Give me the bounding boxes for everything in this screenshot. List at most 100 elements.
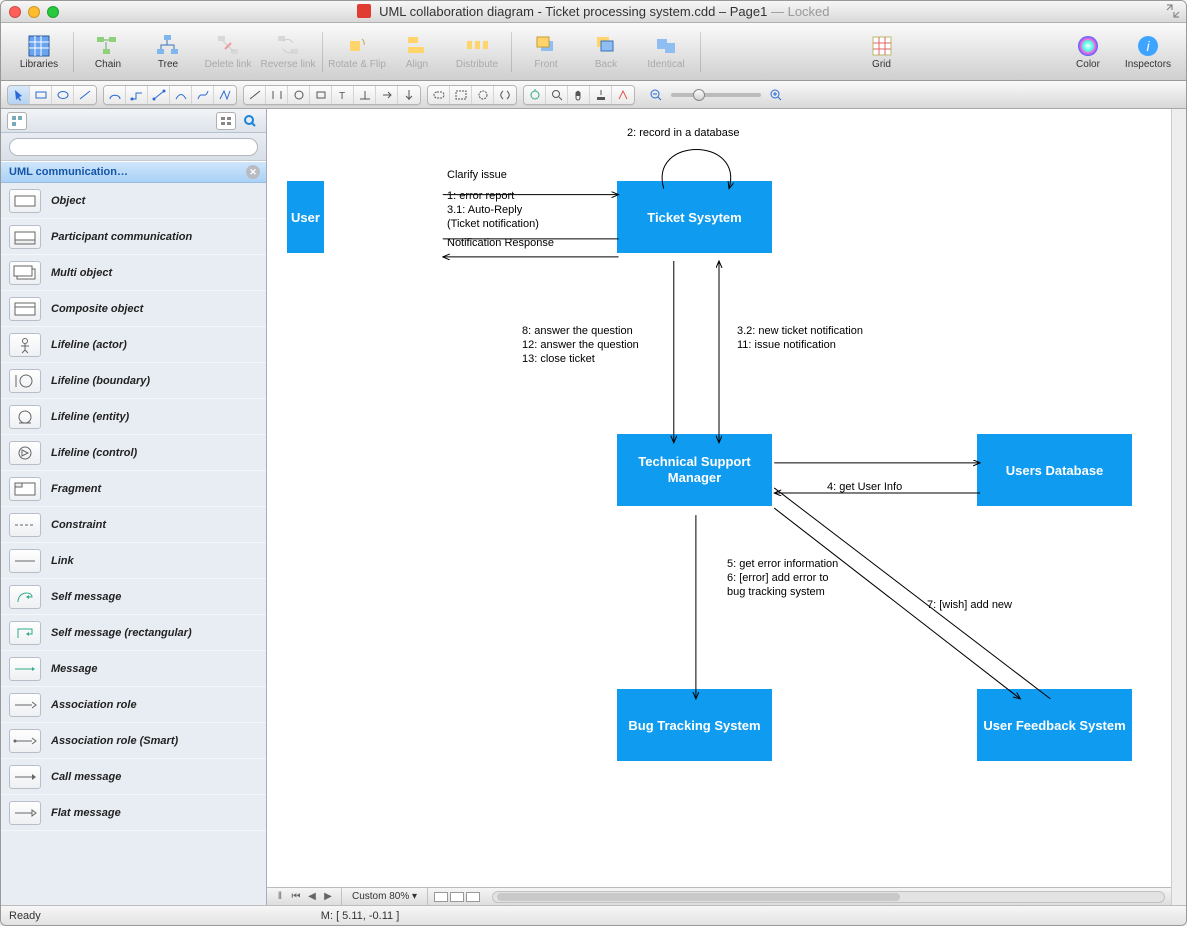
library-item[interactable]: Association role (Smart) [1, 723, 266, 759]
toolbar-label: Rotate & Flip [328, 59, 386, 70]
chain-button[interactable]: Chain [78, 27, 138, 77]
delete-link-button[interactable]: Delete link [198, 27, 258, 77]
connector-3[interactable] [148, 86, 170, 104]
nav-prev-icon[interactable]: ◀ [305, 890, 319, 904]
text-tool-6[interactable] [354, 86, 376, 104]
text-tool-5[interactable]: T [332, 86, 354, 104]
library-item[interactable]: Lifeline (control) [1, 435, 266, 471]
rotate-flip-button[interactable]: Rotate & Flip [327, 27, 387, 77]
library-item[interactable]: Self message (rectangular) [1, 615, 266, 651]
toolbar-label: Distribute [456, 59, 498, 70]
library-item[interactable]: Flat message [1, 795, 266, 831]
zoom-slider[interactable] [649, 88, 783, 102]
ellipse-tool[interactable] [52, 86, 74, 104]
nav-pause-icon[interactable]: ‖ [273, 890, 287, 904]
sidebar-tab-1[interactable] [7, 112, 27, 130]
node-ufs[interactable]: User Feedback System [977, 689, 1132, 761]
page-thumb-2[interactable] [450, 892, 464, 902]
fullscreen-icon[interactable] [1166, 4, 1180, 18]
shape-1[interactable] [428, 86, 450, 104]
connector-2[interactable] [126, 86, 148, 104]
hand-tool[interactable] [568, 86, 590, 104]
node-tsm[interactable]: Technical Support Manager [617, 434, 772, 506]
v-scrollbar[interactable] [1171, 109, 1186, 905]
node-bts[interactable]: Bug Tracking System [617, 689, 772, 761]
library-item[interactable]: Participant communication [1, 219, 266, 255]
library-item[interactable]: Lifeline (actor) [1, 327, 266, 363]
text-tool-3[interactable] [288, 86, 310, 104]
titlebar: UML collaboration diagram - Ticket proce… [1, 1, 1186, 23]
page-nav: ‖ ⏮ ◀ ▶ [267, 890, 341, 904]
view-1[interactable] [524, 86, 546, 104]
grid-button[interactable]: Grid [852, 27, 912, 77]
back-icon [593, 33, 619, 59]
library-item[interactable]: Self message [1, 579, 266, 615]
page-thumb-1[interactable] [434, 892, 448, 902]
library-item-label: Lifeline (actor) [51, 339, 127, 351]
library-item[interactable]: Multi object [1, 255, 266, 291]
text-tool-2[interactable] [266, 86, 288, 104]
library-close-icon[interactable]: ✕ [246, 165, 260, 179]
shape-2[interactable] [450, 86, 472, 104]
zoom-out-icon[interactable] [649, 88, 663, 102]
reverse-link-button[interactable]: Reverse link [258, 27, 318, 77]
text-tool-8[interactable] [398, 86, 420, 104]
text-tool-1[interactable] [244, 86, 266, 104]
back-button[interactable]: Back [576, 27, 636, 77]
color-button[interactable]: Color [1058, 27, 1118, 77]
shape-4[interactable] [494, 86, 516, 104]
identical-icon [653, 33, 679, 59]
library-item[interactable]: Message [1, 651, 266, 687]
node-users-db[interactable]: Users Database [977, 434, 1132, 506]
h-scroll-thumb[interactable] [497, 893, 900, 901]
library-item-label: Object [51, 195, 85, 207]
library-header[interactable]: UML communication… ✕ [1, 161, 266, 183]
view-4[interactable] [590, 86, 612, 104]
library-item[interactable]: Fragment [1, 471, 266, 507]
diagram-canvas[interactable]: User Ticket Sysytem Technical Support Ma… [267, 109, 1171, 887]
shape-3[interactable] [472, 86, 494, 104]
library-item[interactable]: Link [1, 543, 266, 579]
inspectors-button[interactable]: i Inspectors [1118, 27, 1178, 77]
rect-tool[interactable] [30, 86, 52, 104]
library-item[interactable]: Constraint [1, 507, 266, 543]
library-item[interactable]: Association role [1, 687, 266, 723]
zoom-track[interactable] [671, 93, 761, 97]
connector-4[interactable] [170, 86, 192, 104]
zoom-thumb[interactable] [693, 89, 705, 101]
sidebar-search-icon[interactable] [240, 114, 260, 128]
connector-1[interactable] [104, 86, 126, 104]
nav-first-icon[interactable]: ⏮ [289, 890, 303, 904]
nav-next-icon[interactable]: ▶ [321, 890, 335, 904]
library-item[interactable]: Object [1, 183, 266, 219]
sidebar-tab-2[interactable] [216, 112, 236, 130]
zoom-in-icon[interactable] [769, 88, 783, 102]
library-item[interactable]: Lifeline (entity) [1, 399, 266, 435]
view-2[interactable] [546, 86, 568, 104]
libraries-button[interactable]: Libraries [9, 27, 69, 77]
line-tool[interactable] [74, 86, 96, 104]
library-item-icon [9, 765, 41, 789]
library-item[interactable]: Call message [1, 759, 266, 795]
page-thumb-3[interactable] [466, 892, 480, 902]
connector-6[interactable] [214, 86, 236, 104]
front-button[interactable]: Front [516, 27, 576, 77]
text-tool-7[interactable] [376, 86, 398, 104]
distribute-button[interactable]: Distribute [447, 27, 507, 77]
sidebar-search-input[interactable] [9, 138, 258, 156]
align-button[interactable]: Align [387, 27, 447, 77]
identical-button[interactable]: Identical [636, 27, 696, 77]
library-item[interactable]: Composite object [1, 291, 266, 327]
front-icon [533, 33, 559, 59]
text-tool-4[interactable] [310, 86, 332, 104]
node-ticket-system[interactable]: Ticket Sysytem [617, 181, 772, 253]
connector-5[interactable] [192, 86, 214, 104]
view-5[interactable] [612, 86, 634, 104]
h-scrollbar[interactable] [492, 891, 1165, 903]
tree-button[interactable]: Tree [138, 27, 198, 77]
library-item[interactable]: Lifeline (boundary) [1, 363, 266, 399]
pointer-tool[interactable] [8, 86, 30, 104]
node-user[interactable]: User [287, 181, 324, 253]
zoom-readout[interactable]: Custom 80% ▾ [341, 888, 428, 905]
secondary-toolbar: T [1, 81, 1186, 109]
